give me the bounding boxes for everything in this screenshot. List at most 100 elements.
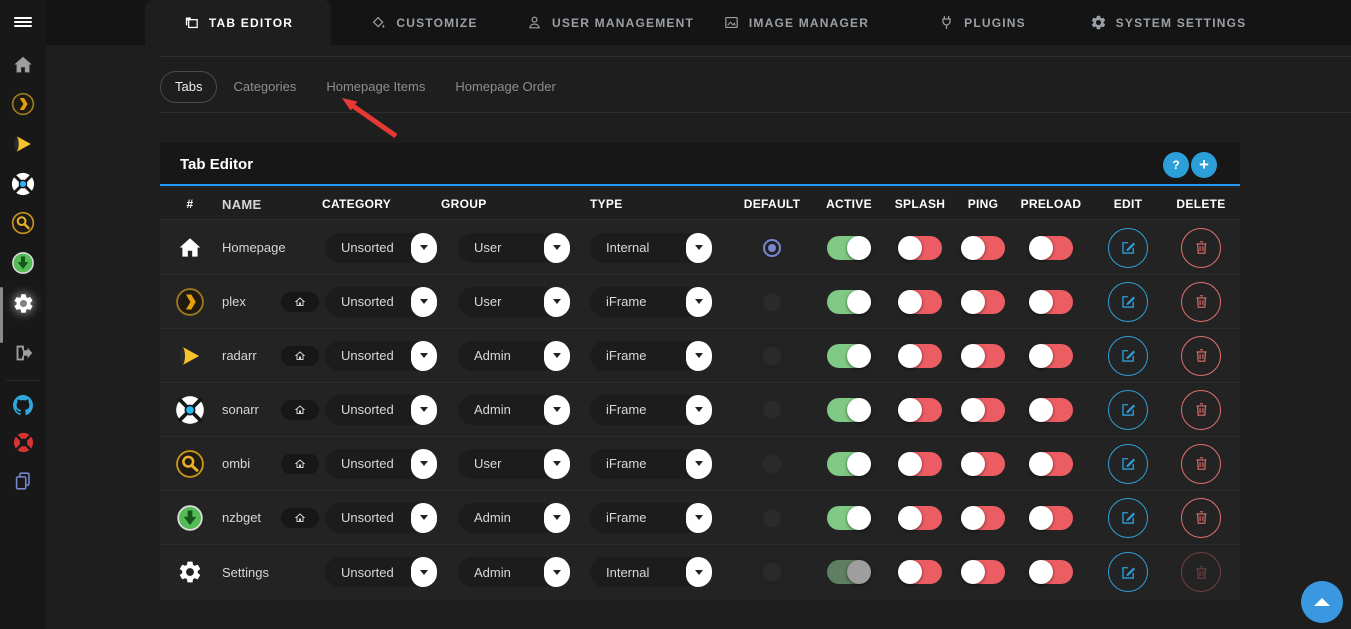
type-select[interactable]: iFrame <box>590 395 712 425</box>
type-select[interactable]: Internal <box>590 557 712 587</box>
group-select[interactable]: Admin <box>458 341 570 371</box>
lifebuoy-icon <box>12 431 35 459</box>
edit-button[interactable] <box>1108 498 1148 538</box>
group-select[interactable]: User <box>458 233 570 263</box>
sidebar-item-logout[interactable] <box>0 335 46 375</box>
default-radio[interactable] <box>763 455 781 473</box>
preload-toggle[interactable] <box>1029 290 1073 314</box>
edit-button[interactable] <box>1108 282 1148 322</box>
category-select[interactable]: Unsorted <box>325 449 437 479</box>
nav-tab-system-settings[interactable]: SYSTEM SETTINGS <box>1075 0 1261 45</box>
preload-toggle[interactable] <box>1029 398 1073 422</box>
ping-toggle[interactable] <box>961 452 1005 476</box>
ping-toggle[interactable] <box>961 560 1005 584</box>
category-select[interactable]: Unsorted <box>325 287 437 317</box>
sidebar-item-home[interactable] <box>0 47 46 87</box>
delete-button[interactable] <box>1181 282 1221 322</box>
sidebar-item-support[interactable] <box>0 425 46 465</box>
sidebar-item-ombi[interactable] <box>0 205 46 245</box>
active-toggle[interactable] <box>827 398 871 422</box>
type-select[interactable]: Internal <box>590 233 712 263</box>
splash-toggle[interactable] <box>898 236 942 260</box>
active-toggle[interactable] <box>827 344 871 368</box>
delete-button[interactable] <box>1181 552 1221 592</box>
sidebar-item-sonarr[interactable] <box>0 166 46 206</box>
group-select[interactable]: Admin <box>458 557 570 587</box>
edit-button[interactable] <box>1108 552 1148 592</box>
type-select[interactable]: iFrame <box>590 341 712 371</box>
divider <box>160 56 1351 57</box>
splash-toggle[interactable] <box>898 344 942 368</box>
subtab[interactable]: Categories <box>219 71 310 103</box>
ping-toggle[interactable] <box>961 236 1005 260</box>
subtab[interactable]: Tabs <box>160 71 217 103</box>
active-toggle[interactable] <box>827 452 871 476</box>
group-select[interactable]: Admin <box>458 503 570 533</box>
group-select[interactable]: User <box>458 449 570 479</box>
default-radio[interactable] <box>763 563 781 581</box>
type-select[interactable]: iFrame <box>590 449 712 479</box>
subtab[interactable]: Homepage Order <box>441 71 569 103</box>
help-button[interactable]: ? <box>1163 152 1189 178</box>
ping-toggle[interactable] <box>961 398 1005 422</box>
active-toggle[interactable] <box>827 236 871 260</box>
active-toggle[interactable] <box>827 506 871 530</box>
splash-toggle[interactable] <box>898 290 942 314</box>
splash-toggle[interactable] <box>898 560 942 584</box>
nav-tab-plugins[interactable]: PLUGINS <box>889 0 1075 45</box>
sidebar-item-nzbget[interactable] <box>0 245 46 285</box>
category-select[interactable]: Unsorted <box>325 341 437 371</box>
category-select[interactable]: Unsorted <box>325 557 437 587</box>
chevron-down-icon <box>411 557 437 587</box>
default-radio[interactable] <box>763 293 781 311</box>
splash-toggle[interactable] <box>898 506 942 530</box>
edit-button[interactable] <box>1108 336 1148 376</box>
splash-toggle[interactable] <box>898 452 942 476</box>
splash-toggle[interactable] <box>898 398 942 422</box>
nav-tab-image-manager[interactable]: IMAGE MANAGER <box>703 0 889 45</box>
sidebar-item-documents[interactable] <box>0 463 46 503</box>
active-toggle[interactable] <box>827 290 871 314</box>
hamburger-icon[interactable] <box>0 2 46 42</box>
system-settings-icon <box>1090 14 1107 31</box>
ping-toggle[interactable] <box>961 506 1005 530</box>
category-select[interactable]: Unsorted <box>325 233 437 263</box>
sidebar-item-plex[interactable] <box>0 86 46 126</box>
preload-toggle[interactable] <box>1029 236 1073 260</box>
ping-toggle[interactable] <box>961 344 1005 368</box>
edit-button[interactable] <box>1108 444 1148 484</box>
ping-toggle[interactable] <box>961 290 1005 314</box>
delete-button[interactable] <box>1181 498 1221 538</box>
preload-toggle[interactable] <box>1029 344 1073 368</box>
sidebar-item-settings[interactable] <box>0 286 46 326</box>
type-select[interactable]: iFrame <box>590 287 712 317</box>
type-select[interactable]: iFrame <box>590 503 712 533</box>
delete-button[interactable] <box>1181 444 1221 484</box>
sidebar-item-github[interactable] <box>0 387 46 427</box>
category-select[interactable]: Unsorted <box>325 503 437 533</box>
default-radio[interactable] <box>763 509 781 527</box>
group-select[interactable]: User <box>458 287 570 317</box>
scroll-to-top-button[interactable] <box>1301 581 1343 623</box>
delete-button[interactable] <box>1181 336 1221 376</box>
nav-tab-customize[interactable]: CUSTOMIZE <box>331 0 517 45</box>
preload-toggle[interactable] <box>1029 506 1073 530</box>
preload-toggle[interactable] <box>1029 560 1073 584</box>
sidebar-item-radarr[interactable] <box>0 126 46 166</box>
delete-button[interactable] <box>1181 390 1221 430</box>
add-tab-button[interactable]: + <box>1191 152 1217 178</box>
edit-button[interactable] <box>1108 228 1148 268</box>
active-toggle[interactable] <box>827 560 871 584</box>
nav-tab-tab-editor[interactable]: TAB EDITOR <box>145 0 331 45</box>
subtab[interactable]: Homepage Items <box>312 71 439 103</box>
default-radio[interactable] <box>763 401 781 419</box>
nav-tab-user-management[interactable]: USER MANAGEMENT <box>517 0 703 45</box>
group-select[interactable]: Admin <box>458 395 570 425</box>
sidebar-scrollbar[interactable] <box>0 287 3 343</box>
default-radio[interactable] <box>763 347 781 365</box>
preload-toggle[interactable] <box>1029 452 1073 476</box>
category-select[interactable]: Unsorted <box>325 395 437 425</box>
default-radio[interactable] <box>763 239 781 257</box>
delete-button[interactable] <box>1181 228 1221 268</box>
edit-button[interactable] <box>1108 390 1148 430</box>
